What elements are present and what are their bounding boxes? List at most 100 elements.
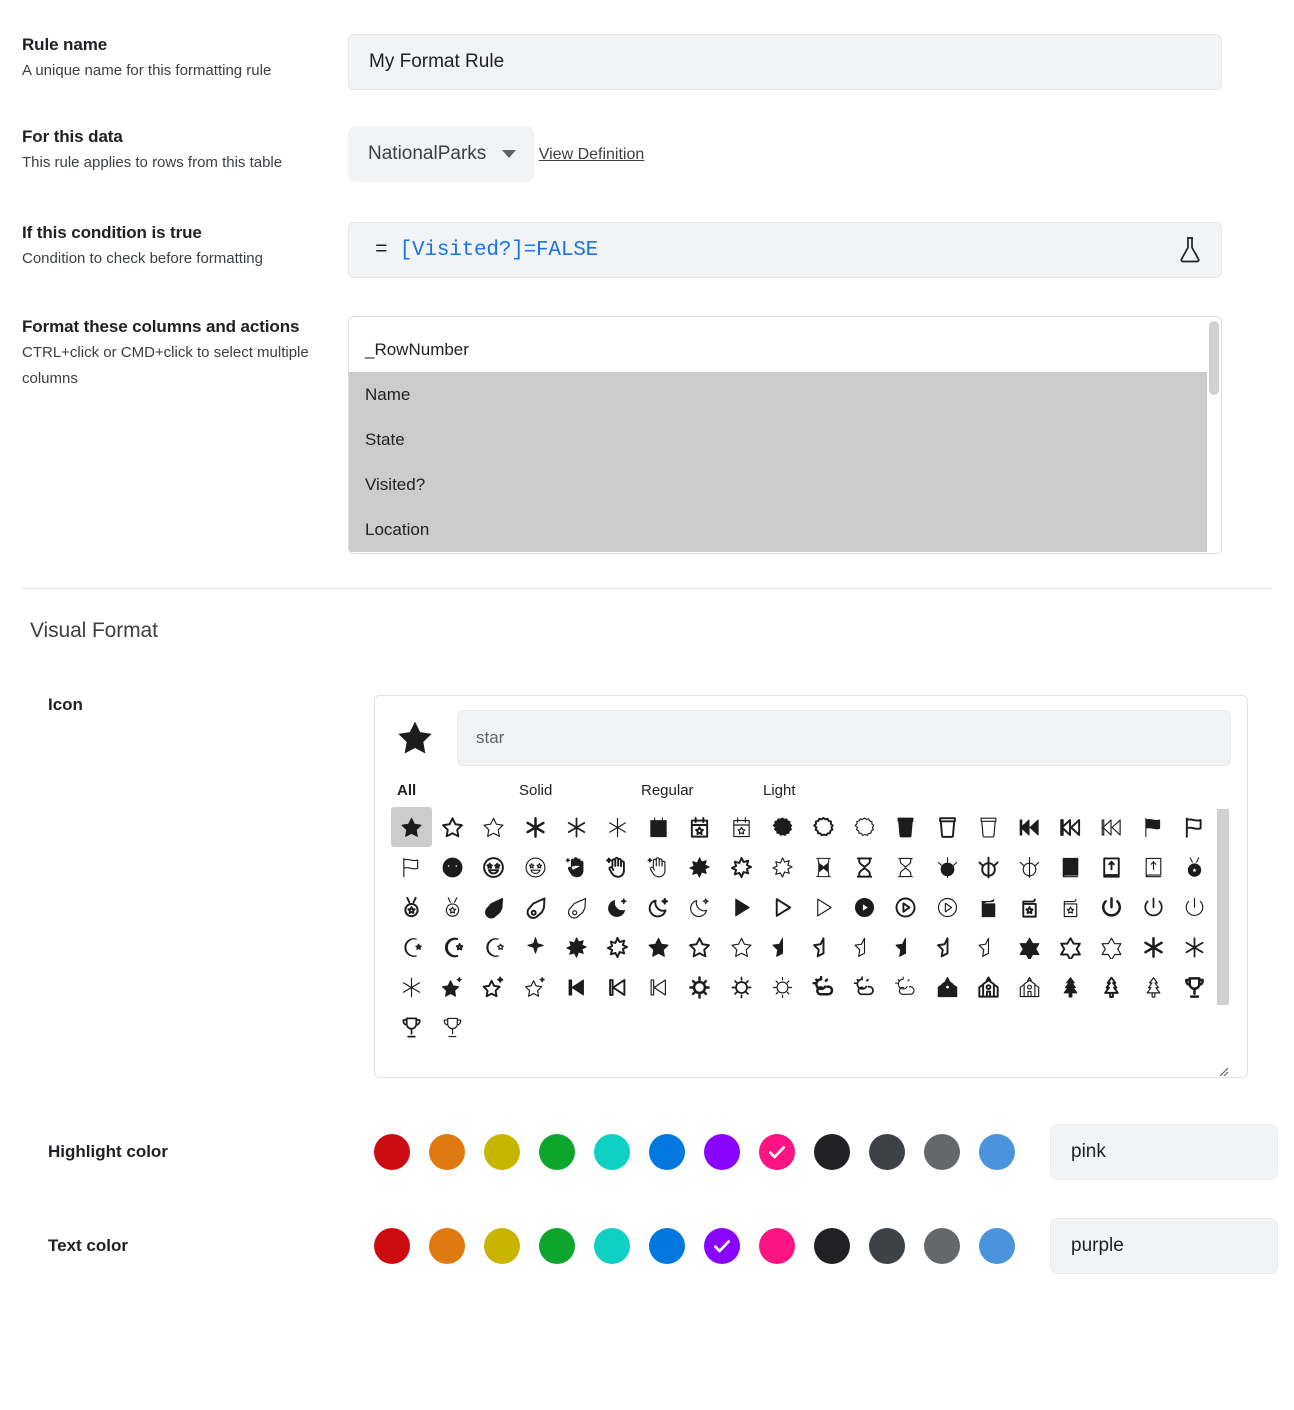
synagogue-light-icon[interactable] [1009, 967, 1050, 1007]
icon-grid-scrollbar[interactable] [1215, 807, 1231, 1055]
icon-grid-scroll-thumb[interactable] [1217, 809, 1229, 1005]
medal-light-icon[interactable] [432, 887, 473, 927]
columns-listbox[interactable]: _RowNumber Name State Visited? Location [348, 316, 1222, 554]
columns-listbox-scrollbar[interactable] [1207, 317, 1221, 553]
backward-step-regular-icon[interactable] [597, 967, 638, 1007]
star-sparkle-solid-icon[interactable] [432, 967, 473, 1007]
flag-usa-light-icon[interactable] [391, 847, 432, 887]
backward-step-solid-icon[interactable] [556, 967, 597, 1007]
cup-regular-icon[interactable] [927, 807, 968, 847]
column-option[interactable]: _RowNumber [349, 327, 1207, 372]
sun-bright-solid-icon[interactable] [679, 967, 720, 1007]
star-sparkle-regular-icon[interactable] [473, 967, 514, 1007]
highlight-color-swatch-black[interactable] [814, 1134, 850, 1170]
sparkle-burst-regular-icon[interactable] [721, 847, 762, 887]
play-regular-icon[interactable] [762, 887, 803, 927]
sun-cloud-light-icon[interactable] [885, 967, 926, 1007]
text-color-swatch-green[interactable] [539, 1228, 575, 1264]
synagogue-solid-icon[interactable] [927, 967, 968, 1007]
star-half-solid-icon[interactable] [762, 927, 803, 967]
cup-solid-icon[interactable] [885, 807, 926, 847]
podium-star-light-icon[interactable] [1050, 887, 1091, 927]
text-color-input[interactable]: purple [1050, 1218, 1278, 1274]
flag-usa-regular-icon[interactable] [1174, 807, 1215, 847]
jedi-solid-icon[interactable] [927, 847, 968, 887]
sun-cloud-regular-icon[interactable] [844, 967, 885, 1007]
hourglass-solid-icon[interactable] [803, 847, 844, 887]
icon-style-tab-all[interactable]: All [397, 782, 519, 799]
star-of-life-solid-icon[interactable] [1133, 927, 1174, 967]
asterisk-solid-icon[interactable] [515, 807, 556, 847]
face-star-solid-icon[interactable] [432, 847, 473, 887]
text-color-swatch-yellow[interactable] [484, 1228, 520, 1264]
highlight-color-swatch-blue[interactable] [649, 1134, 685, 1170]
highlight-color-swatch-gray[interactable] [924, 1134, 960, 1170]
highlight-color-swatch-teal[interactable] [594, 1134, 630, 1170]
star-light-icon[interactable] [473, 807, 514, 847]
column-option[interactable]: State [349, 417, 1207, 462]
sun-bright-light-icon[interactable] [762, 967, 803, 1007]
star-of-life-light-icon[interactable] [391, 967, 432, 1007]
icon-search-input[interactable]: star [457, 710, 1231, 766]
text-color-swatch-darkgray[interactable] [869, 1228, 905, 1264]
highlight-color-swatch-green[interactable] [539, 1134, 575, 1170]
text-color-swatch-lightblue[interactable] [979, 1228, 1015, 1264]
power-off-light-icon[interactable] [1174, 887, 1215, 927]
circle-play-light-icon[interactable] [927, 887, 968, 927]
hourglass-regular-icon[interactable] [844, 847, 885, 887]
jedi-light-icon[interactable] [1009, 847, 1050, 887]
text-color-swatch-blue[interactable] [649, 1228, 685, 1264]
circle-play-solid-icon[interactable] [844, 887, 885, 927]
calendar-star-regular-icon[interactable] [679, 807, 720, 847]
trophy-star-light-icon[interactable] [432, 1007, 473, 1047]
podium-star-solid-icon[interactable] [968, 887, 1009, 927]
hourglass-light-icon[interactable] [885, 847, 926, 887]
star-half-regular-icon[interactable] [803, 927, 844, 967]
cup-light-icon[interactable] [968, 807, 1009, 847]
highlight-color-swatch-purple[interactable] [704, 1134, 740, 1170]
asterisk-regular-icon[interactable] [556, 807, 597, 847]
text-color-swatch-purple[interactable] [704, 1228, 740, 1264]
tree-christmas-solid-icon[interactable] [1050, 967, 1091, 1007]
star-regular-icon[interactable] [432, 807, 473, 847]
star-shooting-regular-icon[interactable] [927, 927, 968, 967]
star-half-light-icon[interactable] [844, 927, 885, 967]
power-off-solid-icon[interactable] [1091, 887, 1132, 927]
sun-cloud-solid-icon[interactable] [803, 967, 844, 1007]
hand-sparkles-regular-icon[interactable] [597, 847, 638, 887]
icon-style-tab-light[interactable]: Light [763, 782, 885, 799]
column-option[interactable]: Name [349, 372, 1207, 417]
star-of-life-regular-icon[interactable] [1174, 927, 1215, 967]
hand-sparkles-light-icon[interactable] [638, 847, 679, 887]
condition-formula-input[interactable]: = [Visited?]=FALSE [348, 222, 1222, 278]
text-color-swatch-gray[interactable] [924, 1228, 960, 1264]
power-off-regular-icon[interactable] [1133, 887, 1174, 927]
certificate-light-icon[interactable] [844, 807, 885, 847]
star-of-david-light-icon[interactable] [1091, 927, 1132, 967]
play-light-icon[interactable] [803, 887, 844, 927]
star-and-crescent-light-icon[interactable] [473, 927, 514, 967]
icon-style-tab-solid[interactable]: Solid [519, 782, 641, 799]
sparkle-burst-light-icon[interactable] [762, 847, 803, 887]
star-of-david-solid-icon[interactable] [1009, 927, 1050, 967]
face-star-regular-icon[interactable] [473, 847, 514, 887]
star-sparkle-light-icon[interactable] [515, 967, 556, 1007]
star-and-crescent-regular-icon[interactable] [432, 927, 473, 967]
moon-stars-solid-icon[interactable] [597, 887, 638, 927]
book-jedi-light-icon[interactable] [1133, 847, 1174, 887]
column-option[interactable]: Location [349, 507, 1207, 552]
star-shooting-light-icon[interactable] [968, 927, 1009, 967]
rule-name-input[interactable]: My Format Rule [348, 34, 1222, 90]
calendar-star-light-icon[interactable] [721, 807, 762, 847]
star-and-crescent-solid-icon[interactable] [391, 927, 432, 967]
sparkle-solid-icon[interactable] [515, 927, 556, 967]
icon-grid[interactable] [391, 807, 1215, 1055]
trophy-star-solid-icon[interactable] [1174, 967, 1215, 1007]
medal-solid-icon[interactable] [1174, 847, 1215, 887]
flag-usa-solid-icon[interactable] [1133, 807, 1174, 847]
columns-listbox-scroll-thumb[interactable] [1209, 321, 1219, 395]
hand-sparkles-solid-icon[interactable] [556, 847, 597, 887]
star-exclamation-regular-icon[interactable] [679, 927, 720, 967]
face-star-light-icon[interactable] [515, 847, 556, 887]
trophy-star-regular-icon[interactable] [391, 1007, 432, 1047]
